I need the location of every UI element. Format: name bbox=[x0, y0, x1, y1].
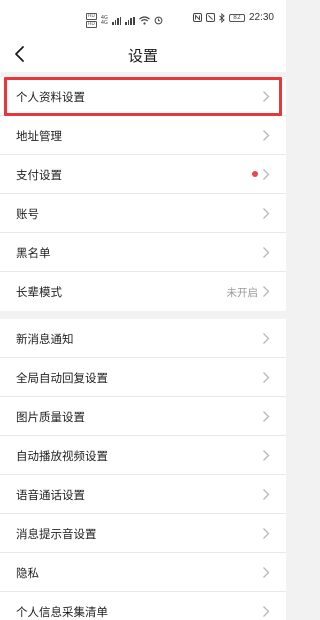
notification-dot bbox=[252, 171, 258, 177]
row-label: 地址管理 bbox=[16, 129, 62, 143]
row-label: 新消息通知 bbox=[16, 332, 74, 346]
row-label: 语音通话设置 bbox=[16, 488, 85, 502]
wifi-icon bbox=[138, 16, 150, 25]
network-bottom: 4G bbox=[100, 19, 108, 26]
settings-row-elder-mode[interactable]: 长辈模式 未开启 bbox=[0, 272, 286, 311]
chevron-right-icon bbox=[263, 372, 270, 383]
data-sync-icon bbox=[154, 16, 163, 25]
chevron-right-icon bbox=[263, 169, 270, 180]
row-label: 图片质量设置 bbox=[16, 410, 85, 424]
settings-row-new-message[interactable]: 新消息通知 bbox=[0, 319, 286, 358]
chevron-right-icon bbox=[263, 606, 270, 617]
signal-group: HD HD 4G 4G bbox=[86, 13, 163, 28]
settings-row-account[interactable]: 账号 bbox=[0, 194, 286, 233]
settings-row-blacklist[interactable]: 黑名单 bbox=[0, 233, 286, 272]
settings-row-autoplay-video[interactable]: 自动播放视频设置 bbox=[0, 436, 286, 475]
settings-row-privacy[interactable]: 隐私 bbox=[0, 553, 286, 592]
clock: 22:30 bbox=[248, 12, 274, 23]
settings-row-auto-reply[interactable]: 全局自动回复设置 bbox=[0, 358, 286, 397]
chevron-right-icon bbox=[263, 208, 270, 219]
row-label: 个人信息采集清单 bbox=[16, 605, 108, 619]
row-label: 消息提示音设置 bbox=[16, 527, 97, 541]
row-label: 长辈模式 bbox=[16, 285, 62, 299]
signal-bars-icon bbox=[111, 16, 122, 25]
settings-row-profile[interactable]: 个人资料设置 bbox=[0, 77, 286, 116]
row-label: 个人资料设置 bbox=[16, 90, 85, 104]
chevron-right-icon bbox=[263, 130, 270, 141]
status-right: 82 22:30 bbox=[192, 12, 274, 23]
settings-row-personal-info-list[interactable]: 个人信息采集清单 bbox=[0, 592, 286, 620]
chevron-right-icon bbox=[263, 247, 270, 258]
row-label: 隐私 bbox=[16, 566, 39, 580]
status-bar: HD HD 4G 4G 82 22:30 bbox=[0, 0, 286, 36]
mute-icon bbox=[205, 13, 215, 22]
settings-row-payment[interactable]: 支付设置 bbox=[0, 155, 286, 194]
chevron-right-icon bbox=[263, 91, 270, 102]
chevron-right-icon bbox=[263, 286, 270, 297]
chevron-right-icon bbox=[263, 333, 270, 344]
row-label: 全局自动回复设置 bbox=[16, 371, 108, 385]
settings-row-voice-call[interactable]: 语音通话设置 bbox=[0, 475, 286, 514]
battery-icon: 82 bbox=[228, 13, 245, 22]
elder-mode-status: 未开启 bbox=[226, 287, 259, 299]
settings-group-1: 个人资料设置 地址管理 支付设置 账号 黑名单 长辈模式 未开启 bbox=[0, 77, 286, 311]
row-label: 账号 bbox=[16, 207, 39, 221]
signal-bars-icon-2 bbox=[125, 16, 135, 25]
hd-badge-bottom: HD bbox=[86, 21, 97, 28]
row-label: 黑名单 bbox=[16, 246, 51, 260]
chevron-right-icon bbox=[263, 411, 270, 422]
chevron-right-icon bbox=[263, 567, 270, 578]
chevron-right-icon bbox=[263, 489, 270, 500]
network-labels: 4G 4G bbox=[100, 15, 108, 26]
nfc-icon bbox=[192, 13, 202, 22]
settings-row-address[interactable]: 地址管理 bbox=[0, 116, 286, 155]
chevron-right-icon bbox=[263, 450, 270, 461]
page-title: 设置 bbox=[127, 47, 158, 65]
header-bar: 设置 bbox=[0, 36, 286, 72]
hd-badge-top: HD bbox=[86, 13, 97, 20]
chevron-right-icon bbox=[263, 528, 270, 539]
row-label: 自动播放视频设置 bbox=[16, 449, 108, 463]
settings-row-notification-sound[interactable]: 消息提示音设置 bbox=[0, 514, 286, 553]
hd-badges: HD HD bbox=[86, 13, 97, 28]
row-label: 支付设置 bbox=[16, 168, 62, 182]
bluetooth-icon bbox=[219, 12, 225, 23]
settings-row-image-quality[interactable]: 图片质量设置 bbox=[0, 397, 286, 436]
settings-group-2: 新消息通知 全局自动回复设置 图片质量设置 自动播放视频设置 语音通话设置 消息… bbox=[0, 319, 286, 620]
